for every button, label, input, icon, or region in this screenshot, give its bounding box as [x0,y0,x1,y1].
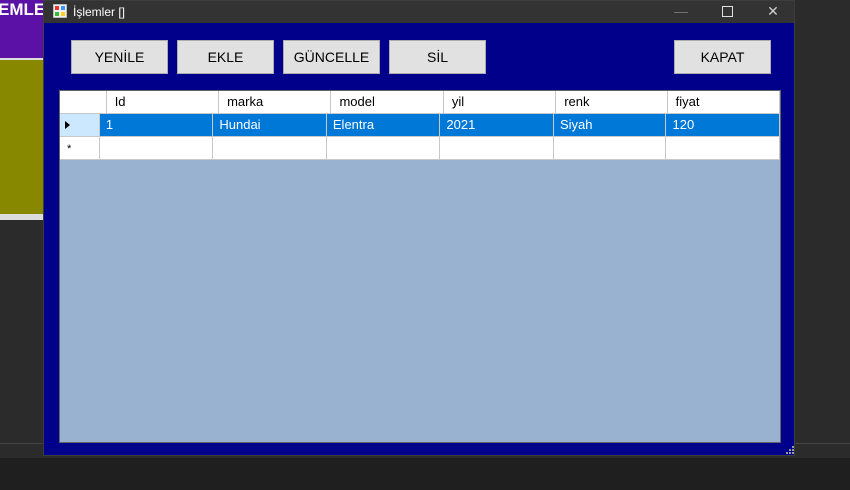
cell-yil[interactable]: 2021 [440,114,554,137]
data-grid[interactable]: Id marka model yil renk fiyat 1 Hundai E… [59,90,781,443]
delete-button[interactable]: SİL [389,40,486,74]
cell-id[interactable]: 1 [99,114,214,137]
new-cell-id[interactable] [99,137,214,160]
new-cell-model[interactable] [326,137,441,160]
current-row-arrow-icon [65,121,70,129]
close-window-button[interactable]: ✕ [750,1,796,23]
new-cell-marka[interactable] [213,137,327,160]
add-button[interactable]: EKLE [177,40,274,74]
islemler-window: İşlemler [] — ✕ YENİLE EKLE GÜNCELLE SİL… [43,0,795,456]
window-titlebar[interactable]: İşlemler [] — ✕ [44,1,794,23]
row-header-current[interactable] [60,114,100,137]
maximize-icon [721,6,733,17]
cell-model[interactable]: Elentra [326,114,441,137]
column-header-id[interactable]: Id [106,91,220,114]
cell-renk[interactable]: Siyah [553,114,667,137]
row-header-new[interactable]: * [60,137,100,160]
background-taskbar-area [0,458,850,490]
cell-marka[interactable]: Hundai [213,114,327,137]
update-button[interactable]: GÜNCELLE [283,40,380,74]
new-cell-fiyat[interactable] [666,137,780,160]
refresh-button[interactable]: YENİLE [71,40,168,74]
column-header-renk[interactable]: renk [556,91,668,114]
new-row[interactable]: * [60,137,780,160]
close-button[interactable]: KAPAT [674,40,771,74]
row-header-corner[interactable] [60,91,107,114]
minimize-button[interactable]: — [658,1,704,23]
column-header-yil[interactable]: yil [443,91,557,114]
background-app-title: EMLE [0,0,44,30]
background-app-window: EMLE [0,0,44,220]
maximize-button[interactable] [704,1,750,23]
background-app-panel [0,60,44,214]
resize-grip-icon[interactable] [786,446,794,454]
window-title: İşlemler [] [73,5,126,19]
app-form-icon [53,4,67,18]
column-header-fiyat[interactable]: fiyat [667,91,780,114]
new-row-star-icon: * [67,143,72,155]
cell-fiyat[interactable]: 120 [666,114,780,137]
new-cell-yil[interactable] [440,137,554,160]
column-header-model[interactable]: model [331,91,444,114]
table-row[interactable]: 1 Hundai Elentra 2021 Siyah 120 [60,114,780,137]
new-cell-renk[interactable] [553,137,667,160]
grid-header-row: Id marka model yil renk fiyat [60,91,780,114]
column-header-marka[interactable]: marka [219,91,332,114]
